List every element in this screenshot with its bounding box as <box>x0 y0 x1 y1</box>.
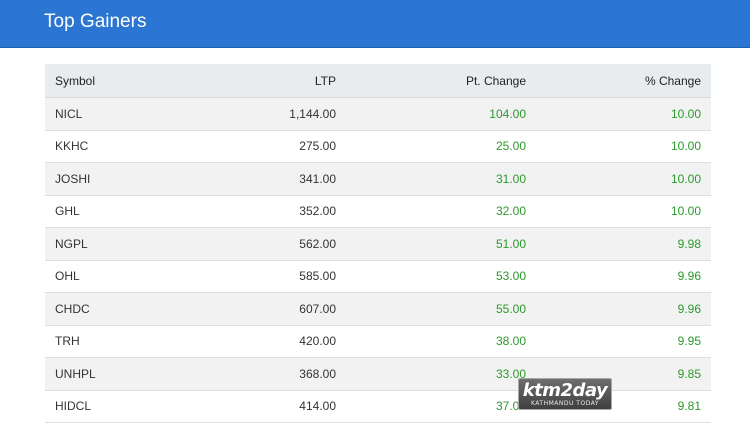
page-header: Top Gainers <box>0 0 750 48</box>
column-header-symbol[interactable]: Symbol <box>45 64 173 98</box>
cell-ltp: 562.00 <box>173 227 346 261</box>
cell-pt-change: 53.00 <box>346 260 536 293</box>
column-header-pt-change[interactable]: Pt. Change <box>346 64 536 98</box>
table-header-row: Symbol LTP Pt. Change % Change <box>45 64 711 98</box>
cell-pt-change: 38.00 <box>346 325 536 358</box>
cell-pct-change: 9.96 <box>536 260 711 293</box>
cell-symbol: GHL <box>45 195 173 228</box>
cell-symbol: TRH <box>45 325 173 358</box>
table-row[interactable]: GHL 352.00 32.00 10.00 <box>45 195 711 228</box>
page-title: Top Gainers <box>44 11 147 32</box>
cell-pct-change: 10.00 <box>536 162 711 196</box>
cell-pt-change: 104.00 <box>346 97 536 131</box>
table-row[interactable]: NICL 1,144.00 104.00 10.00 <box>45 97 711 131</box>
cell-symbol: NICL <box>45 97 173 131</box>
cell-symbol: KKHC <box>45 130 173 163</box>
cell-pt-change: 33.00 <box>346 357 536 391</box>
cell-ltp: 368.00 <box>173 357 346 391</box>
cell-pt-change: 32.00 <box>346 195 536 228</box>
cell-pct-change: 10.00 <box>536 97 711 131</box>
cell-pt-change: 51.00 <box>346 227 536 261</box>
cell-pct-change: 9.96 <box>536 292 711 326</box>
cell-ltp: 275.00 <box>173 130 346 163</box>
top-gainers-table: Symbol LTP Pt. Change % Change NICL 1,14… <box>45 64 711 423</box>
cell-ltp: 1,144.00 <box>173 97 346 131</box>
cell-ltp: 352.00 <box>173 195 346 228</box>
cell-symbol: NGPL <box>45 227 173 261</box>
cell-ltp: 414.00 <box>173 390 346 423</box>
column-header-ltp[interactable]: LTP <box>173 64 346 98</box>
table-row[interactable]: JOSHI 341.00 31.00 10.00 <box>45 162 711 196</box>
cell-symbol: OHL <box>45 260 173 293</box>
cell-pt-change: 31.00 <box>346 162 536 196</box>
cell-pct-change: 9.95 <box>536 325 711 358</box>
cell-symbol: HIDCL <box>45 390 173 423</box>
table-row[interactable]: OHL 585.00 53.00 9.96 <box>45 260 711 293</box>
cell-ltp: 585.00 <box>173 260 346 293</box>
cell-pct-change: 10.00 <box>536 195 711 228</box>
table-row[interactable]: TRH 420.00 38.00 9.95 <box>45 325 711 358</box>
cell-pct-change: 10.00 <box>536 130 711 163</box>
table-row[interactable]: KKHC 275.00 25.00 10.00 <box>45 130 711 163</box>
cell-symbol: JOSHI <box>45 162 173 196</box>
cell-pct-change: 9.98 <box>536 227 711 261</box>
top-gainers-table-container: Symbol LTP Pt. Change % Change NICL 1,14… <box>45 64 711 423</box>
cell-symbol: UNHPL <box>45 357 173 391</box>
cell-ltp: 607.00 <box>173 292 346 326</box>
cell-pt-change: 37.00 <box>346 390 536 423</box>
watermark-brand-text: ktm2day <box>522 380 608 401</box>
cell-symbol: CHDC <box>45 292 173 326</box>
column-header-pct-change[interactable]: % Change <box>536 64 711 98</box>
cell-pt-change: 25.00 <box>346 130 536 163</box>
watermark-tagline-text: KATHMANDU TODAY <box>530 400 600 407</box>
cell-pt-change: 55.00 <box>346 292 536 326</box>
ktm2day-watermark-logo: ktm2day KATHMANDU TODAY <box>518 378 612 410</box>
table-row[interactable]: NGPL 562.00 51.00 9.98 <box>45 227 711 261</box>
cell-ltp: 341.00 <box>173 162 346 196</box>
cell-ltp: 420.00 <box>173 325 346 358</box>
table-row[interactable]: CHDC 607.00 55.00 9.96 <box>45 292 711 326</box>
